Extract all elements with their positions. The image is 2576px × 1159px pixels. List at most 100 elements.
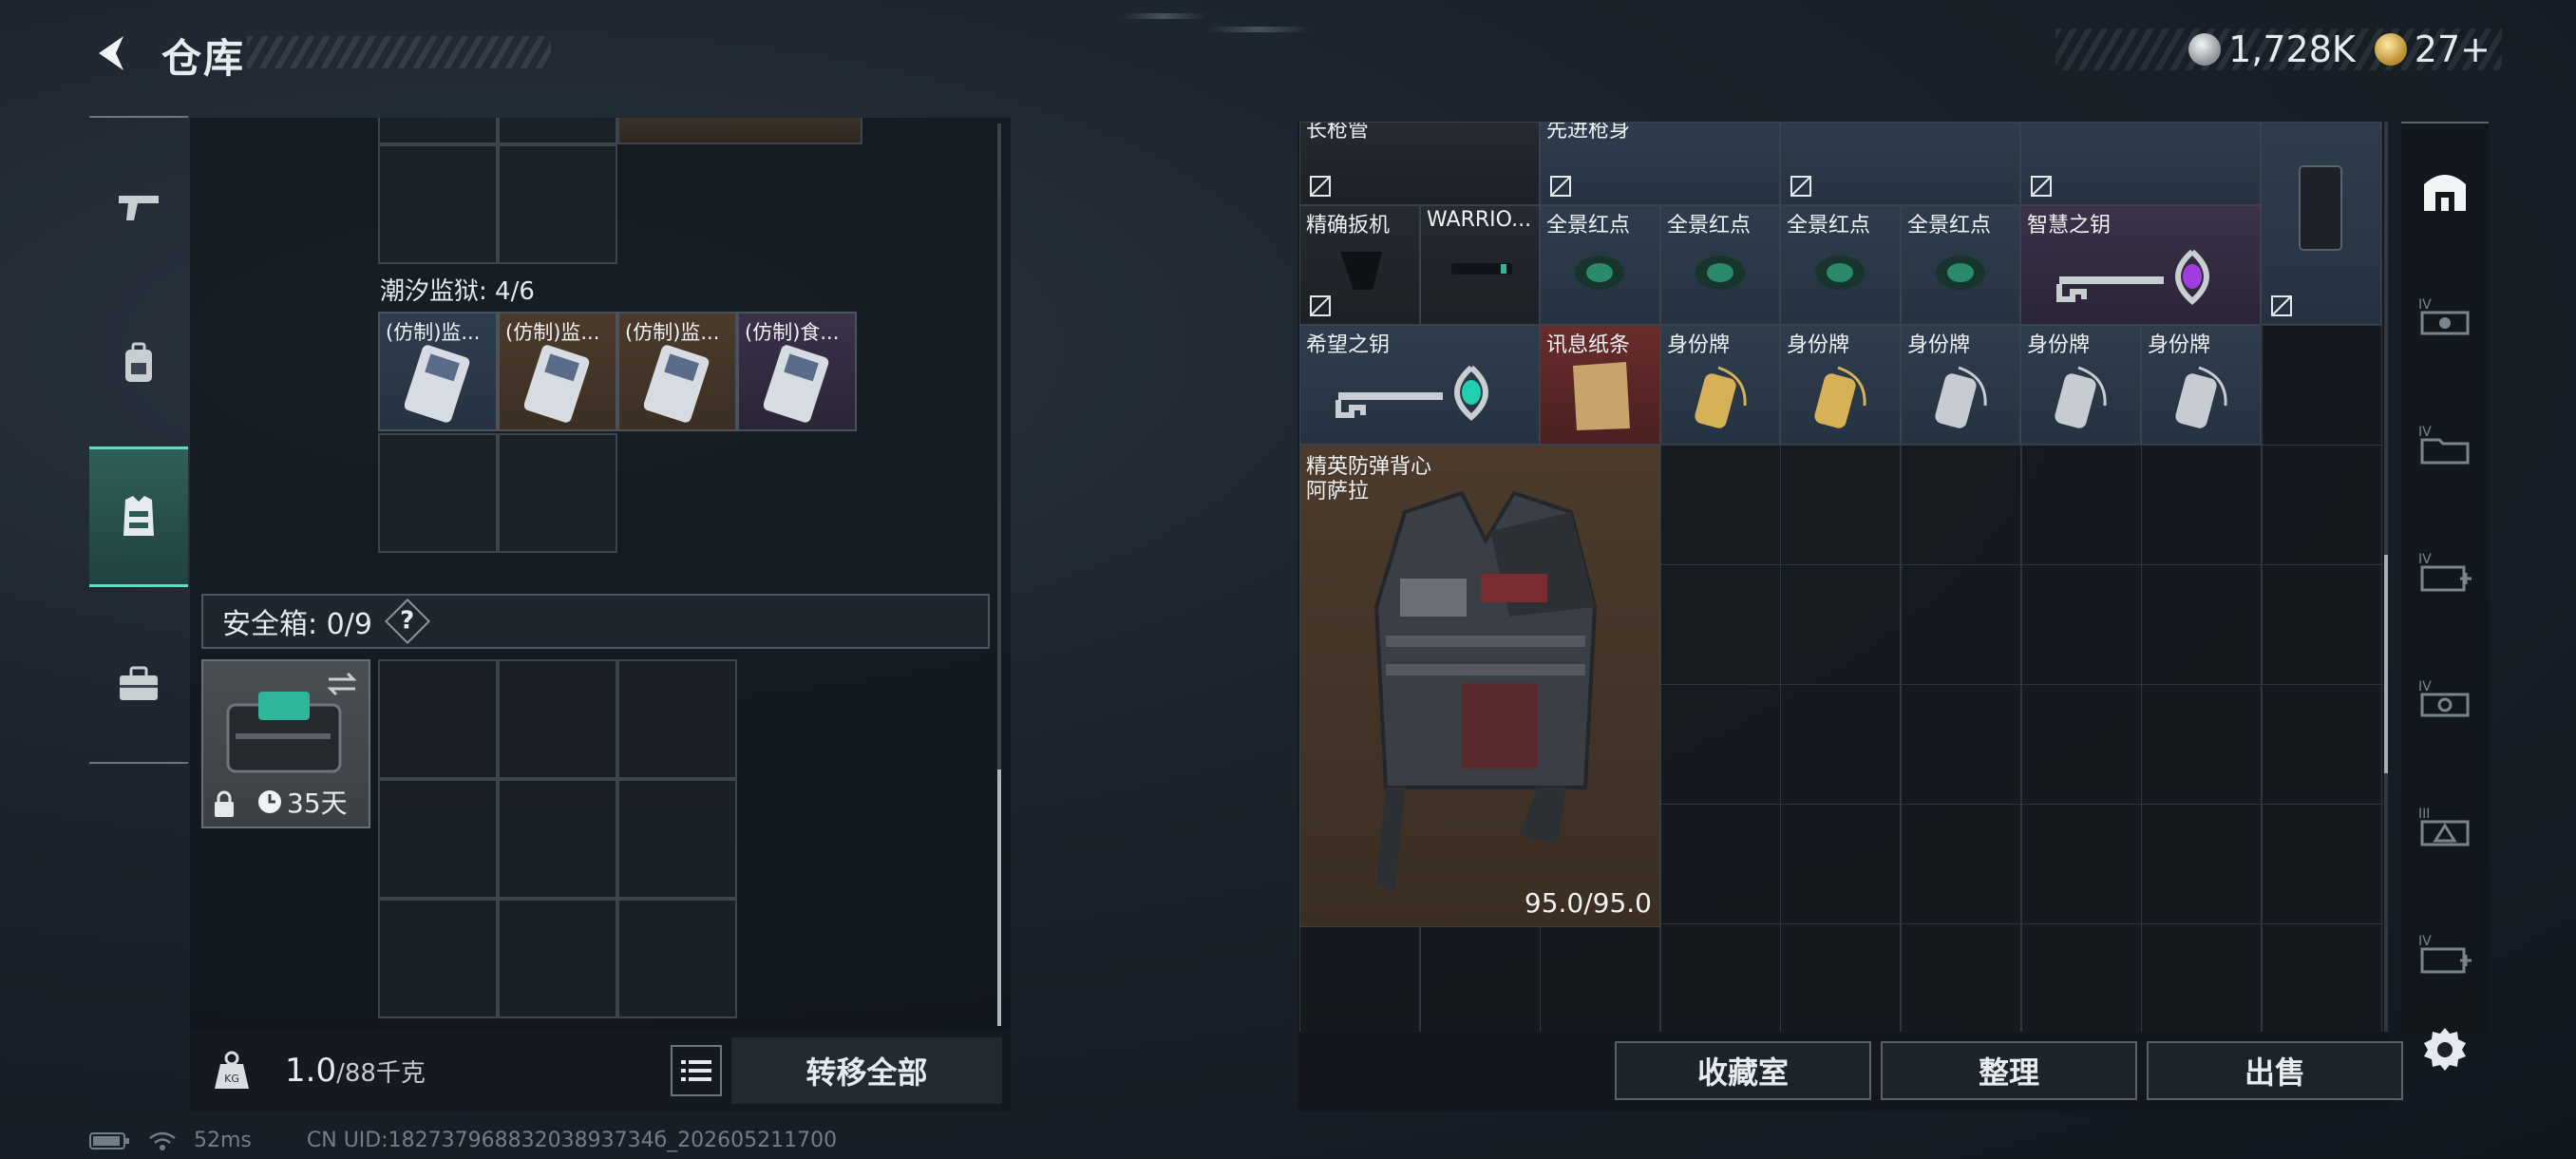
warehouse-slot[interactable] — [1901, 804, 2021, 924]
organize-button[interactable]: 整理 — [1881, 1041, 2137, 1100]
prison-item[interactable]: (仿制)监... — [617, 312, 737, 431]
sell-button[interactable]: 出售 — [2147, 1041, 2403, 1100]
left-scroll-thumb[interactable] — [997, 770, 1001, 1026]
safe-slot[interactable] — [498, 899, 617, 1018]
dog-tag-item[interactable]: 身份牌 — [2141, 325, 2261, 445]
safe-slot[interactable] — [378, 779, 498, 899]
magazine-item[interactable] — [2261, 122, 2381, 325]
help-button[interactable]: ? — [384, 598, 430, 645]
safe-slot[interactable] — [617, 659, 737, 779]
filter-tier4-rifle[interactable]: IV — [2401, 270, 2489, 365]
right-scrollbar[interactable] — [2384, 122, 2388, 1032]
grid-slot[interactable] — [498, 118, 617, 144]
panoramic-red-dot-item[interactable]: 全景红点 — [1780, 205, 1901, 325]
nav-weapons[interactable] — [89, 158, 188, 256]
warehouse-slot[interactable] — [1419, 923, 1541, 1032]
nav-armor[interactable] — [89, 446, 188, 587]
warehouse-slot[interactable] — [2261, 445, 2382, 565]
warehouse-slot[interactable] — [1780, 684, 1902, 805]
safe-slot[interactable] — [617, 779, 737, 899]
hope-key-item[interactable]: 希望之钥 — [1299, 325, 1540, 445]
warehouse-slot[interactable] — [2141, 804, 2263, 924]
warehouse-slot[interactable] — [1659, 804, 1781, 924]
nav-toolbox[interactable] — [89, 635, 188, 733]
safe-slot[interactable] — [378, 899, 498, 1018]
long-barrel-item[interactable]: 长枪管 — [1299, 122, 1540, 205]
message-note-item[interactable]: 讯息纸条 — [1540, 325, 1660, 445]
panoramic-red-dot-item[interactable]: 全景红点 — [1901, 205, 2020, 325]
silver-currency[interactable]: 1,728K — [2188, 28, 2356, 70]
filter-tier4-folder[interactable]: IV — [2401, 397, 2489, 492]
warehouse-slot[interactable] — [2261, 923, 2382, 1032]
warehouse-slot[interactable] — [2261, 684, 2382, 805]
elite-armor-vest-item[interactable]: 精英防弹背心 阿萨拉 95.0/95.0 — [1299, 445, 1660, 927]
advanced-body-item[interactable]: 先进枪身 — [1540, 122, 1780, 205]
precision-trigger-item[interactable]: 精确扳机 — [1299, 205, 1420, 325]
back-button[interactable] — [85, 25, 142, 82]
safe-slot[interactable] — [498, 659, 617, 779]
warehouse-slot[interactable] — [2020, 923, 2142, 1032]
warehouse-slot[interactable] — [2141, 684, 2263, 805]
filter-tier3-warning[interactable]: III — [2401, 779, 2489, 874]
dog-tag-item[interactable]: 身份牌 — [1901, 325, 2020, 445]
filter-all[interactable] — [2401, 142, 2489, 238]
warehouse-slot[interactable] — [2020, 445, 2142, 565]
grid-slot[interactable] — [378, 118, 498, 144]
warehouse-slot[interactable] — [1780, 923, 1902, 1032]
safe-slot[interactable] — [617, 899, 737, 1018]
panoramic-red-dot-item[interactable]: 全景红点 — [1660, 205, 1780, 325]
left-scrollbar[interactable] — [997, 124, 1001, 1026]
warehouse-slot[interactable] — [1780, 804, 1902, 924]
wisdom-key-item[interactable]: 智慧之钥 — [2020, 205, 2261, 325]
grid-slot[interactable] — [498, 144, 617, 264]
warehouse-slot[interactable] — [1901, 684, 2021, 805]
dog-tag-item[interactable]: 身份牌 — [1780, 325, 1901, 445]
warehouse-slot[interactable] — [1901, 564, 2021, 685]
warehouse-slot[interactable] — [2020, 684, 2142, 805]
warrior-item[interactable]: WARRIO... — [1420, 205, 1540, 325]
safe-slot[interactable] — [498, 779, 617, 899]
prison-item[interactable]: (仿制)食... — [737, 312, 857, 431]
safe-slot[interactable] — [378, 659, 498, 779]
filter-tier4-scope[interactable]: IV — [2401, 652, 2489, 747]
filter-tier4-medkit[interactable]: IV — [2401, 524, 2489, 619]
grid-slot[interactable] — [617, 118, 862, 144]
prison-item[interactable]: (仿制)监... — [498, 312, 617, 431]
nav-backpack[interactable] — [89, 314, 188, 412]
warehouse-slot[interactable] — [2261, 564, 2382, 685]
filter-tier4-medical[interactable]: IV — [2401, 906, 2489, 1001]
warehouse-slot[interactable] — [2141, 564, 2263, 685]
grid-slot[interactable] — [378, 433, 498, 553]
warehouse-slot[interactable] — [2141, 445, 2263, 565]
warehouse-slot[interactable] — [1901, 923, 2021, 1032]
warehouse-slot[interactable] — [2141, 923, 2263, 1032]
gear-part-item[interactable] — [2020, 122, 2261, 205]
warehouse-slot[interactable] — [1659, 564, 1781, 685]
warehouse-slot[interactable] — [1780, 445, 1902, 565]
right-scroll-thumb[interactable] — [2384, 555, 2388, 773]
dog-tag-item[interactable]: 身份牌 — [2020, 325, 2141, 445]
warehouse-slot[interactable] — [2020, 804, 2142, 924]
safe-box-container[interactable]: 35天 — [201, 659, 370, 828]
warehouse-slot[interactable] — [2261, 804, 2382, 924]
warehouse-slot[interactable] — [1901, 445, 2021, 565]
transfer-all-button[interactable]: 转移全部 — [731, 1037, 1002, 1104]
warehouse-slot[interactable] — [1780, 564, 1902, 685]
warehouse-slot[interactable] — [1299, 923, 1420, 1032]
panoramic-red-dot-item[interactable]: 全景红点 — [1540, 205, 1660, 325]
warehouse-slot[interactable] — [1659, 684, 1781, 805]
grid-slot[interactable] — [378, 144, 498, 264]
settings-button[interactable] — [2420, 1024, 2470, 1074]
warehouse-slot[interactable] — [1659, 923, 1781, 1032]
warehouse-slot[interactable] — [1659, 445, 1781, 565]
warehouse-slot[interactable] — [2261, 325, 2382, 446]
collection-room-button[interactable]: 收藏室 — [1615, 1041, 1871, 1100]
gear-part-item[interactable] — [1780, 122, 2020, 205]
list-view-button[interactable] — [671, 1045, 722, 1096]
grid-slot[interactable] — [498, 433, 617, 553]
gold-currency[interactable]: 27+ — [2374, 28, 2491, 70]
dog-tag-item[interactable]: 身份牌 — [1660, 325, 1780, 445]
warehouse-slot[interactable] — [1540, 923, 1661, 1032]
prison-item[interactable]: (仿制)监... — [378, 312, 498, 431]
warehouse-slot[interactable] — [2020, 564, 2142, 685]
